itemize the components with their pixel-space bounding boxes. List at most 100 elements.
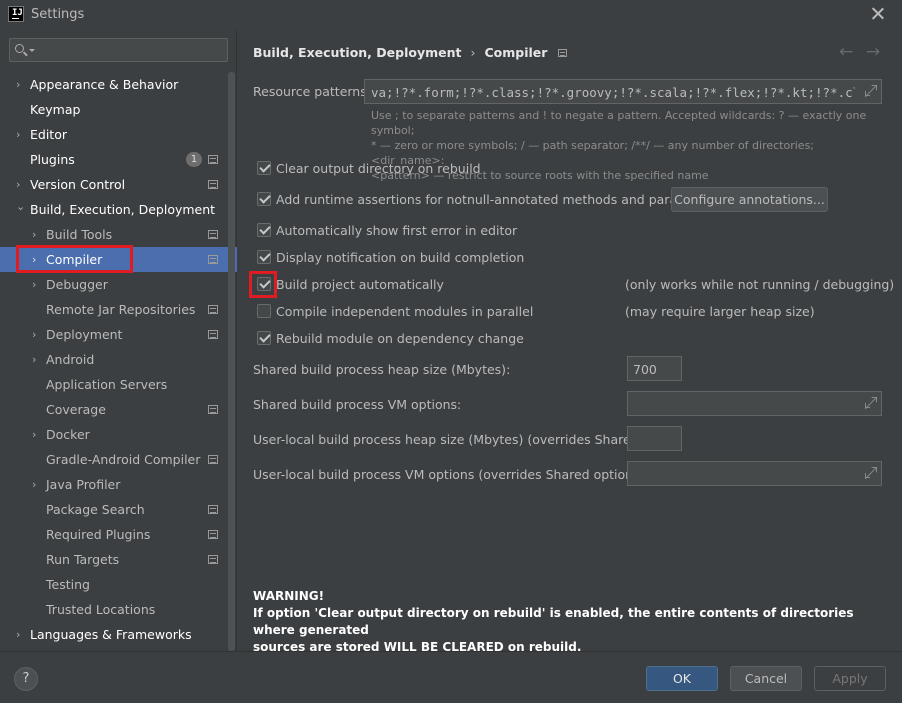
- project-level-icon: [208, 230, 218, 239]
- expand-icon[interactable]: [865, 467, 876, 478]
- local-vm-field[interactable]: [627, 461, 882, 486]
- display-notification-label: Display notification on build completion: [276, 250, 525, 265]
- sidebar-item-android[interactable]: › Android: [0, 347, 237, 372]
- sidebar-item-trusted-locations[interactable]: Trusted Locations: [0, 597, 237, 622]
- sidebar-item-required-plugins[interactable]: Required Plugins: [0, 522, 237, 547]
- shared-heap-input[interactable]: [633, 360, 677, 378]
- settings-search-input[interactable]: [36, 41, 221, 59]
- configure-annotations-button[interactable]: Configure annotations...: [671, 187, 828, 212]
- chevron-right-icon[interactable]: ›: [32, 472, 36, 497]
- sidebar-scrollbar[interactable]: [228, 72, 235, 651]
- breadcrumb-parent[interactable]: Build, Execution, Deployment: [253, 45, 461, 60]
- show-first-error-checkbox[interactable]: [257, 223, 271, 237]
- search-history-dropdown-icon[interactable]: [29, 49, 35, 52]
- sidebar-item-languages-frameworks[interactable]: › Languages & Frameworks: [0, 622, 237, 647]
- sidebar-item-build-tools[interactable]: › Build Tools: [0, 222, 237, 247]
- build-automatically-note: (only works while not running / debuggin…: [625, 277, 895, 292]
- chevron-right-icon[interactable]: ›: [16, 122, 20, 147]
- chevron-right-icon[interactable]: ›: [32, 347, 36, 372]
- local-vm-input[interactable]: [633, 465, 860, 483]
- shared-vm-field[interactable]: [627, 391, 882, 416]
- sidebar-item-remote-jar-repositories[interactable]: Remote Jar Repositories: [0, 297, 237, 322]
- chevron-right-icon[interactable]: ›: [16, 72, 20, 97]
- sidebar-item-version-control[interactable]: › Version Control: [0, 172, 237, 197]
- rebuild-on-dependency-checkbox[interactable]: [257, 331, 271, 345]
- sidebar-item-docker[interactable]: › Docker: [0, 422, 237, 447]
- sidebar-item-gradle-android-compiler[interactable]: Gradle-Android Compiler: [0, 447, 237, 472]
- chevron-right-icon[interactable]: ›: [32, 422, 36, 447]
- shared-vm-label: Shared build process VM options:: [253, 397, 462, 412]
- project-level-icon: [208, 455, 218, 464]
- settings-search-box[interactable]: [9, 38, 228, 62]
- compile-parallel-note: (may require larger heap size): [625, 304, 815, 319]
- project-level-icon: [558, 49, 568, 57]
- sidebar-item-debugger[interactable]: › Debugger: [0, 272, 237, 297]
- local-heap-input[interactable]: [633, 430, 677, 448]
- sidebar-item-keymap[interactable]: Keymap: [0, 97, 237, 122]
- sidebar-item-coverage[interactable]: Coverage: [0, 397, 237, 422]
- sidebar-item-build-execution-deployment[interactable]: ⌄ Build, Execution, Deployment: [0, 197, 237, 222]
- sidebar-item-label: Debugger: [46, 277, 108, 292]
- project-level-icon: [208, 180, 218, 189]
- breadcrumb-separator: ›: [470, 45, 476, 60]
- sidebar-item-label: Appearance & Behavior: [30, 77, 179, 92]
- sidebar-item-label: Coverage: [46, 402, 106, 417]
- chevron-right-icon[interactable]: ›: [32, 322, 36, 347]
- sidebar-item-label: Application Servers: [46, 377, 168, 392]
- sidebar-item-application-servers[interactable]: Application Servers: [0, 372, 237, 397]
- sidebar-item-testing[interactable]: Testing: [0, 572, 237, 597]
- resource-patterns-input[interactable]: [371, 83, 855, 101]
- dialog-button-bar: ? OK Cancel Apply: [0, 651, 902, 703]
- sidebar-item-label: Plugins: [30, 152, 75, 167]
- back-arrow-icon[interactable]: ←: [839, 42, 853, 62]
- ok-button[interactable]: OK: [646, 666, 718, 691]
- resource-patterns-field[interactable]: [364, 79, 882, 104]
- project-level-icon: [208, 405, 218, 414]
- clear-output-checkbox[interactable]: [257, 161, 271, 175]
- local-heap-label: User-local build process heap size (Mbyt…: [253, 432, 676, 447]
- sidebar-item-editor[interactable]: › Editor: [0, 122, 237, 147]
- expand-icon[interactable]: [865, 85, 876, 96]
- show-first-error-label: Automatically show first error in editor: [276, 223, 518, 238]
- search-icon: [15, 44, 24, 53]
- forward-arrow-icon[interactable]: →: [866, 42, 880, 62]
- warning-message: WARNING! If option 'Clear output directo…: [253, 588, 893, 656]
- sidebar-item-run-targets[interactable]: Run Targets: [0, 547, 237, 572]
- local-heap-field[interactable]: [627, 426, 682, 451]
- chevron-right-icon[interactable]: ›: [16, 622, 20, 647]
- sidebar-item-label: Android: [46, 352, 95, 367]
- cancel-button[interactable]: Cancel: [730, 666, 802, 691]
- sidebar-item-java-profiler[interactable]: › Java Profiler: [0, 472, 237, 497]
- compile-parallel-checkbox[interactable]: [257, 304, 271, 318]
- intellij-app-icon: IJ: [8, 6, 24, 22]
- sidebar-item-label: Editor: [30, 127, 67, 142]
- settings-tree: › Appearance & Behavior Keymap › Editor …: [0, 72, 237, 647]
- expand-icon[interactable]: [865, 397, 876, 408]
- warning-line-1: If option 'Clear output directory on reb…: [253, 606, 854, 637]
- chevron-right-icon[interactable]: ›: [32, 272, 36, 297]
- apply-button[interactable]: Apply: [814, 666, 886, 691]
- display-notification-checkbox[interactable]: [257, 250, 271, 264]
- close-icon[interactable]: [868, 3, 888, 25]
- sidebar-item-deployment[interactable]: › Deployment: [0, 322, 237, 347]
- runtime-assertions-checkbox[interactable]: [257, 192, 271, 206]
- sidebar-item-label: Required Plugins: [46, 527, 151, 542]
- chevron-down-icon[interactable]: ⌄: [16, 194, 25, 219]
- chevron-right-icon[interactable]: ›: [32, 222, 36, 247]
- shared-vm-input[interactable]: [633, 395, 860, 413]
- project-level-icon: [208, 330, 218, 339]
- sidebar-item-label: Testing: [46, 577, 90, 592]
- sidebar-item-label: Version Control: [30, 177, 126, 192]
- sidebar-item-appearance-behavior[interactable]: › Appearance & Behavior: [0, 72, 237, 97]
- window-title: Settings: [31, 7, 85, 22]
- shared-heap-field[interactable]: [627, 356, 682, 381]
- help-icon[interactable]: ?: [14, 667, 38, 691]
- sidebar-item-label: Remote Jar Repositories: [46, 302, 196, 317]
- sidebar-item-package-search[interactable]: Package Search: [0, 497, 237, 522]
- sidebar-item-plugins[interactable]: Plugins 1: [0, 147, 237, 172]
- build-automatically-label: Build project automatically: [276, 277, 444, 292]
- breadcrumb-current: Compiler: [484, 45, 548, 60]
- sidebar-item-label: Gradle-Android Compiler: [46, 452, 201, 467]
- compiler-settings-panel: Build, Execution, Deployment › Compiler ← …: [238, 30, 902, 654]
- sidebar-item-label: Package Search: [46, 502, 145, 517]
